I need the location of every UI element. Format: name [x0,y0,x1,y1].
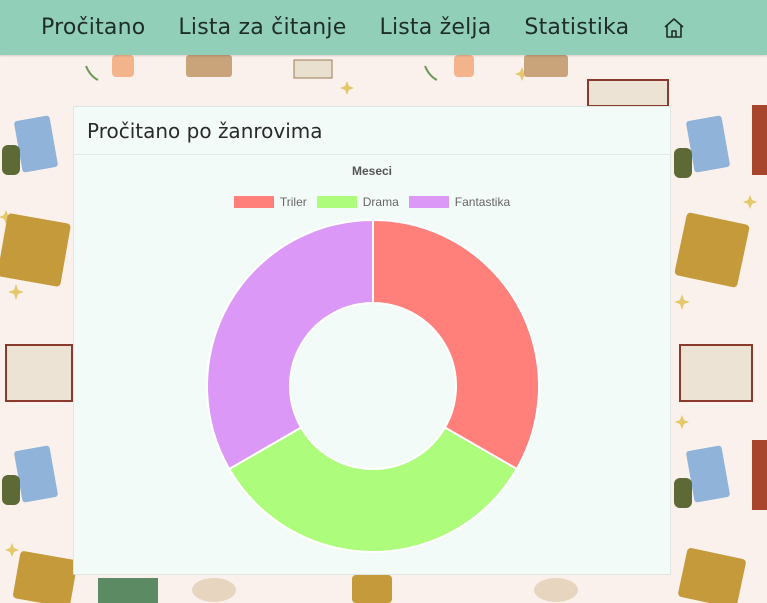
nav-item-procitano[interactable]: Pročitano [41,15,145,40]
donut-slice-drama[interactable] [227,426,519,553]
nav-item-lista-zelja[interactable]: Lista želja [379,15,491,40]
donut-slice-triler[interactable] [372,218,540,471]
navbar: Pročitano Lista za čitanje Lista želja S… [0,0,767,55]
chart-card: Pročitano po žanrovima Meseci Triler Dram… [73,106,671,575]
home-icon[interactable] [662,16,686,40]
nav-item-statistika[interactable]: Statistika [524,15,629,40]
nav-item-lista-za-citanje[interactable]: Lista za čitanje [178,15,346,40]
donut-slice-fantastika[interactable] [206,218,374,471]
donut-chart [206,218,540,553]
